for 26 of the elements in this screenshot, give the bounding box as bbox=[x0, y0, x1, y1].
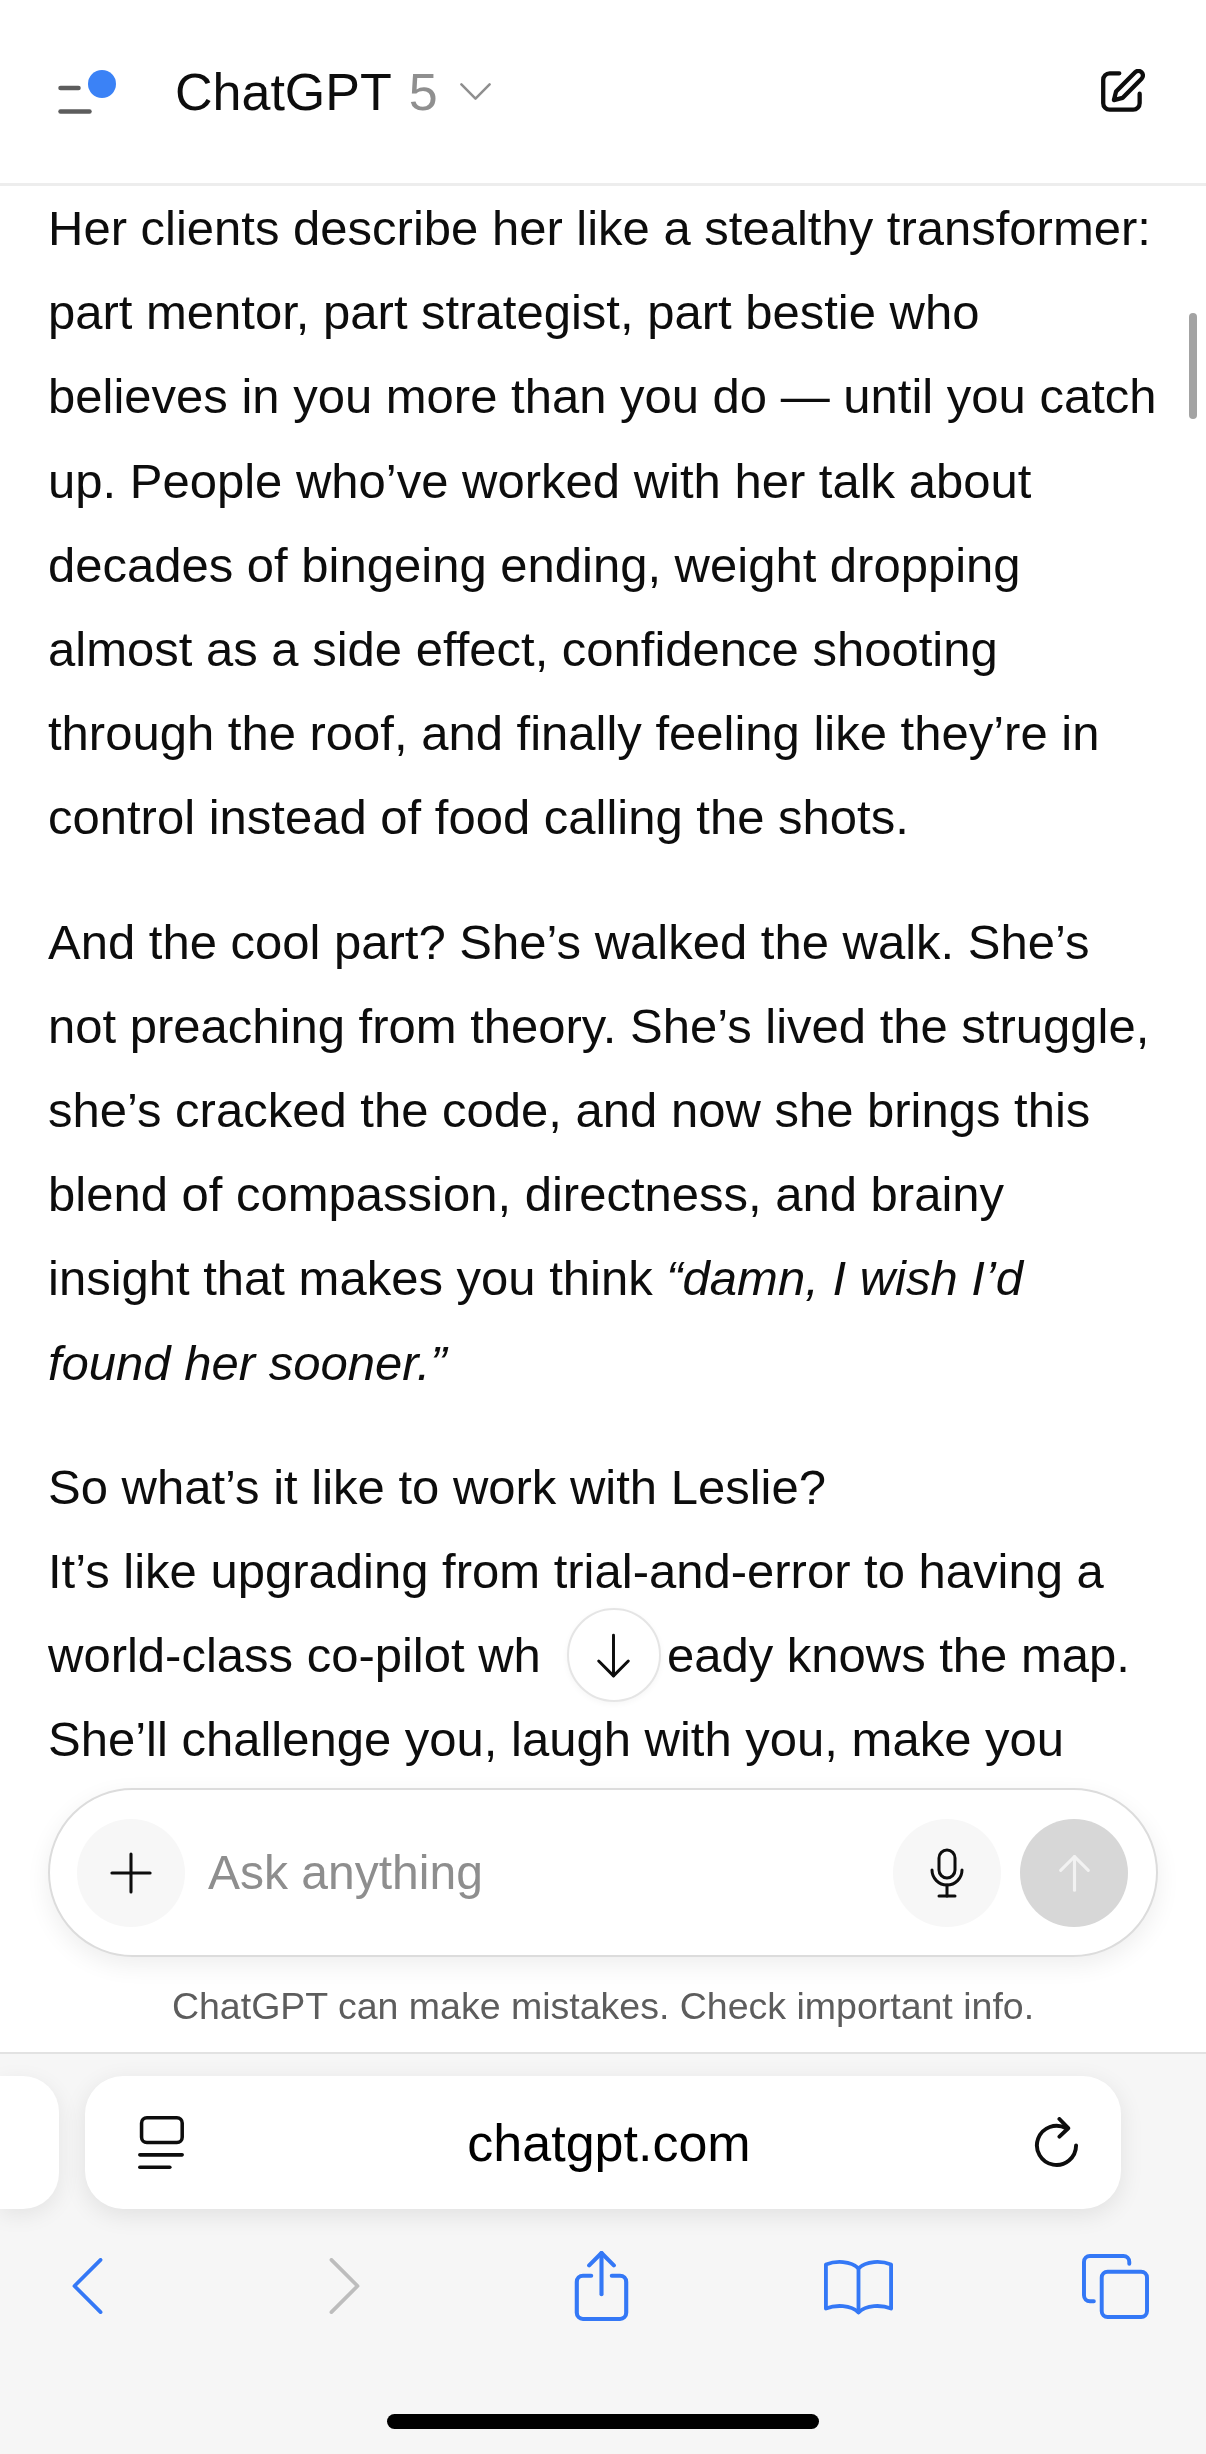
message-text: eady knows the map. bbox=[666, 1627, 1130, 1685]
model-picker-button[interactable]: ChatGPT 5 bbox=[175, 61, 491, 122]
chevron-down-icon bbox=[459, 83, 491, 100]
edit-icon bbox=[1100, 69, 1145, 114]
reload-button[interactable] bbox=[1034, 2117, 1079, 2168]
disclaimer-text: ChatGPT can make mistakes. Check important info. bbox=[171, 1985, 1035, 2028]
reload-icon bbox=[1034, 2117, 1079, 2168]
plus-icon bbox=[110, 1851, 152, 1894]
message-text: She’ll challenge you, laugh with you, make you bbox=[48, 1711, 1065, 1769]
reader-icon bbox=[138, 2116, 184, 2169]
message-text: world-class co-pilot wh bbox=[48, 1627, 541, 1685]
chevron-left-icon bbox=[71, 2258, 103, 2314]
tabs-icon bbox=[1081, 2253, 1149, 2319]
address-bar[interactable]: chatgpt.com bbox=[85, 2076, 1121, 2209]
microphone-icon bbox=[928, 1847, 966, 1898]
book-icon bbox=[823, 2257, 893, 2315]
share-icon bbox=[573, 2251, 629, 2321]
message-paragraph: Her clients describe her like a stealthy transformer: part mentor, part strategist, part bestie who believes in you more than you do — until you catch up. People who’ve worked with her talk about decades of bingeing ending, weight dropping almost as a side effect, confidence shooting through the roof, and finally feeling like they’re in control instead of food calling the shots. bbox=[48, 200, 1158, 847]
url-text: chatgpt.com bbox=[466, 2112, 752, 2173]
sidebar-menu-button[interactable] bbox=[58, 69, 116, 114]
menu-icon bbox=[58, 84, 92, 114]
new-chat-button[interactable] bbox=[1100, 69, 1145, 114]
reader-button[interactable] bbox=[138, 2116, 184, 2169]
message-paragraph: And the cool part? She’s walked the walk. She’s not preaching from theory. She’s lived the struggle, she’s cracked the code, and now she brings this blend of compassion, directness, and brainy insight that makes you think “damn, I wish I’d found her sooner.” bbox=[48, 913, 1151, 1392]
chevron-right-icon bbox=[328, 2258, 360, 2314]
message-input[interactable]: Ask anything bbox=[208, 1837, 873, 1908]
